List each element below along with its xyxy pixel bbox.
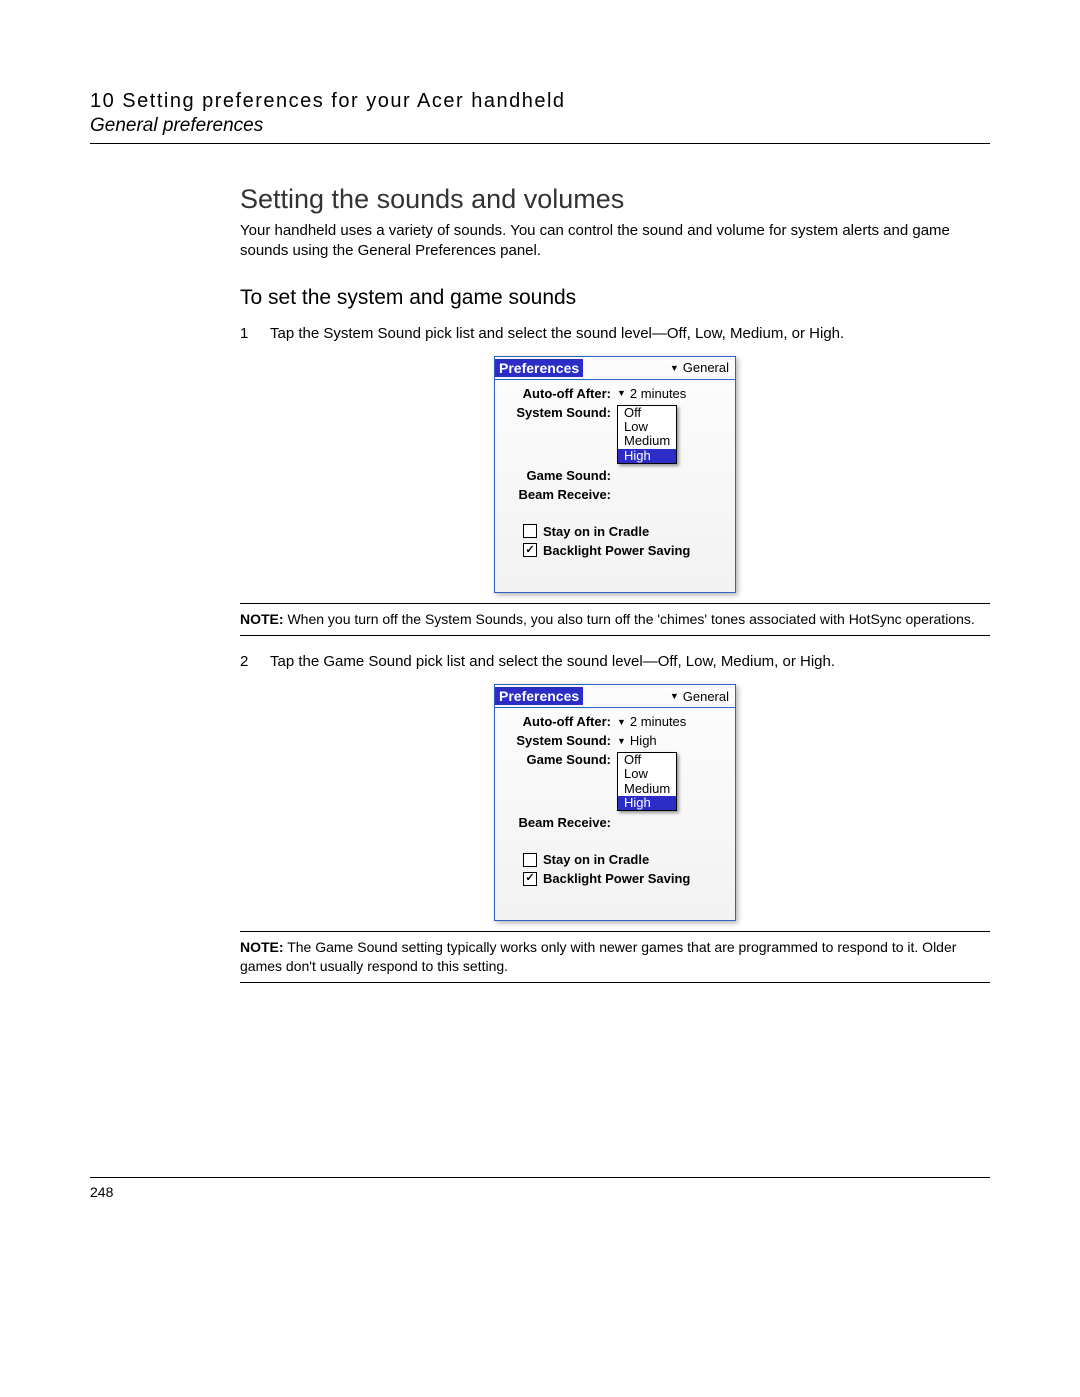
autooff-value: 2 minutes bbox=[630, 386, 686, 401]
section-name: General preferences bbox=[90, 115, 990, 137]
autooff-label: Auto-off After: bbox=[503, 714, 617, 729]
game-sound-label: Game Sound: bbox=[503, 752, 617, 767]
page-footer: 248 bbox=[90, 1177, 990, 1200]
stay-in-cradle-checkbox[interactable]: Stay on in Cradle bbox=[523, 852, 727, 867]
system-sound-picker[interactable]: ▼ High bbox=[617, 733, 657, 748]
game-sound-picklist[interactable]: Off Low Medium High bbox=[617, 752, 677, 811]
step-2-text: Tap the Game Sound pick list and select … bbox=[270, 652, 990, 672]
chapter-title: 10 Setting preferences for your Acer han… bbox=[90, 90, 990, 113]
category-value: General bbox=[683, 360, 729, 375]
autooff-label: Auto-off After: bbox=[503, 386, 617, 401]
category-value: General bbox=[683, 689, 729, 704]
panel-title: Preferences bbox=[495, 687, 583, 705]
step-2-number: 2 bbox=[240, 652, 270, 672]
stay-cradle-label: Stay on in Cradle bbox=[543, 852, 649, 867]
note-2-text: The Game Sound setting typically works o… bbox=[240, 939, 956, 974]
divider bbox=[240, 603, 990, 604]
note-1: NOTE: When you turn off the System Sound… bbox=[240, 610, 990, 629]
intro-text: Your handheld uses a variety of sounds. … bbox=[240, 221, 990, 262]
chevron-down-icon: ▼ bbox=[617, 717, 626, 727]
checkbox-unchecked-icon bbox=[523, 853, 537, 867]
step-1-number: 1 bbox=[240, 324, 270, 344]
section-title: Setting the sounds and volumes bbox=[240, 184, 990, 215]
step-2: 2 Tap the Game Sound pick list and selec… bbox=[240, 652, 990, 672]
beam-receive-label: Beam Receive: bbox=[503, 487, 617, 502]
picklist-option-high[interactable]: High bbox=[618, 449, 676, 463]
divider bbox=[240, 635, 990, 636]
category-picker[interactable]: ▼ General bbox=[670, 689, 729, 704]
chevron-down-icon: ▼ bbox=[670, 363, 679, 373]
step-1-text: Tap the System Sound pick list and selec… bbox=[270, 324, 990, 344]
divider bbox=[240, 982, 990, 983]
backlight-label: Backlight Power Saving bbox=[543, 871, 690, 886]
subheading: To set the system and game sounds bbox=[240, 286, 990, 310]
game-sound-label: Game Sound: bbox=[503, 468, 617, 483]
beam-receive-label: Beam Receive: bbox=[503, 815, 617, 830]
picklist-option-high[interactable]: High bbox=[618, 796, 676, 810]
page-number: 248 bbox=[90, 1184, 113, 1200]
note-2-label: NOTE: bbox=[240, 939, 284, 955]
autooff-picker[interactable]: ▼ 2 minutes bbox=[617, 714, 686, 729]
stay-cradle-label: Stay on in Cradle bbox=[543, 524, 649, 539]
note-1-label: NOTE: bbox=[240, 611, 284, 627]
picklist-option-medium[interactable]: Medium bbox=[618, 434, 676, 448]
backlight-label: Backlight Power Saving bbox=[543, 543, 690, 558]
picklist-option-off[interactable]: Off bbox=[618, 406, 676, 420]
backlight-checkbox[interactable]: ✓ Backlight Power Saving bbox=[523, 871, 727, 886]
autooff-picker[interactable]: ▼ 2 minutes bbox=[617, 386, 686, 401]
checkbox-unchecked-icon bbox=[523, 524, 537, 538]
system-sound-label: System Sound: bbox=[503, 405, 617, 420]
chevron-down-icon: ▼ bbox=[670, 691, 679, 701]
preferences-panel-2: Preferences ▼ General Auto-off After: ▼ … bbox=[494, 684, 736, 921]
checkbox-checked-icon: ✓ bbox=[523, 872, 537, 886]
picklist-option-off[interactable]: Off bbox=[618, 753, 676, 767]
checkbox-checked-icon: ✓ bbox=[523, 543, 537, 557]
picklist-option-low[interactable]: Low bbox=[618, 767, 676, 781]
page-header: 10 Setting preferences for your Acer han… bbox=[90, 90, 990, 144]
system-sound-value: High bbox=[630, 733, 657, 748]
chevron-down-icon: ▼ bbox=[617, 388, 626, 398]
picklist-option-medium[interactable]: Medium bbox=[618, 782, 676, 796]
note-2: NOTE: The Game Sound setting typically w… bbox=[240, 938, 990, 976]
picklist-option-low[interactable]: Low bbox=[618, 420, 676, 434]
divider bbox=[240, 931, 990, 932]
system-sound-picklist[interactable]: Off Low Medium High bbox=[617, 405, 677, 464]
panel-title: Preferences bbox=[495, 359, 583, 377]
note-1-text: When you turn off the System Sounds, you… bbox=[287, 611, 974, 627]
autooff-value: 2 minutes bbox=[630, 714, 686, 729]
chevron-down-icon: ▼ bbox=[617, 736, 626, 746]
backlight-checkbox[interactable]: ✓ Backlight Power Saving bbox=[523, 543, 727, 558]
category-picker[interactable]: ▼ General bbox=[670, 360, 729, 375]
step-1: 1 Tap the System Sound pick list and sel… bbox=[240, 324, 990, 344]
system-sound-label: System Sound: bbox=[503, 733, 617, 748]
preferences-panel-1: Preferences ▼ General Auto-off After: ▼ … bbox=[494, 356, 736, 593]
stay-in-cradle-checkbox[interactable]: Stay on in Cradle bbox=[523, 524, 727, 539]
